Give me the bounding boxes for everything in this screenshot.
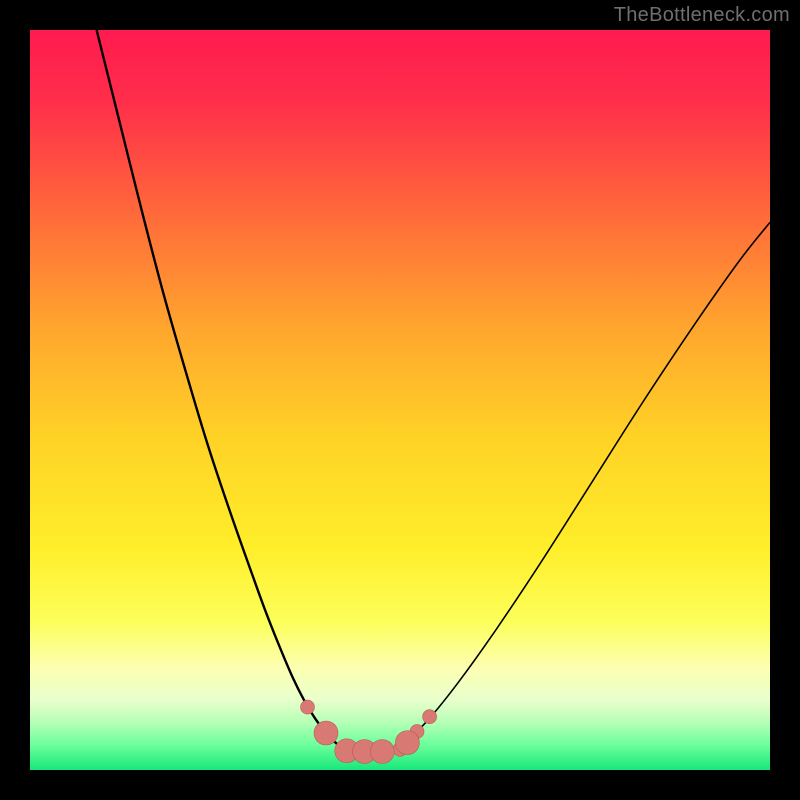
data-marker [370,740,394,764]
data-marker [395,731,419,755]
plot-background [30,30,770,770]
bottleneck-plot [0,0,800,800]
chart-stage: TheBottleneck.com [0,0,800,800]
data-marker [301,700,315,714]
data-marker [314,721,338,745]
data-marker [423,710,437,724]
watermark-text: TheBottleneck.com [614,4,790,27]
